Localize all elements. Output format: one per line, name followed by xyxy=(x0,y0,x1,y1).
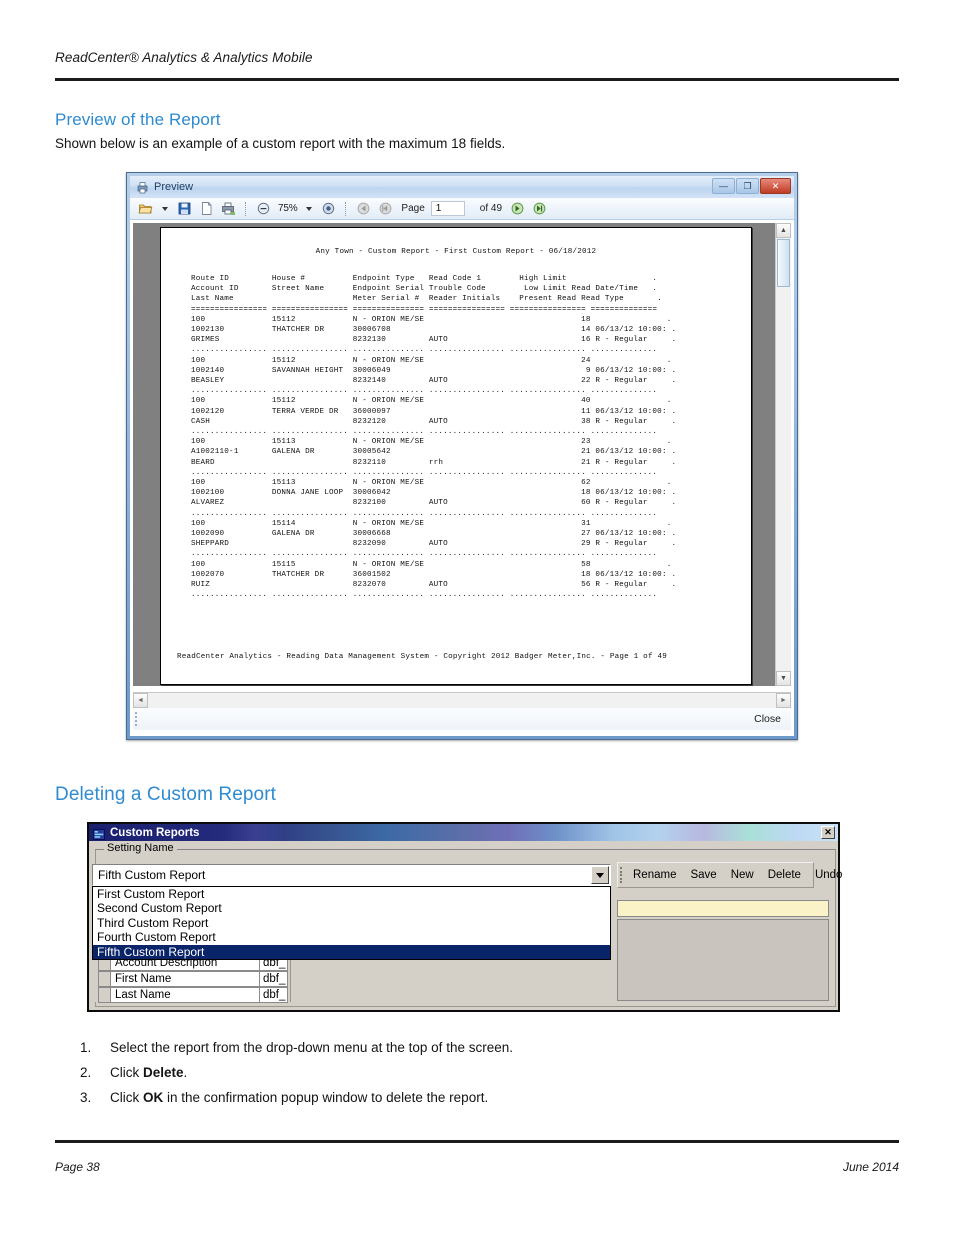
close-button[interactable]: Close xyxy=(754,713,781,725)
dropdown-option[interactable]: Second Custom Report xyxy=(93,901,610,915)
preview-titlebar[interactable]: Preview — ❐ ✕ xyxy=(130,176,794,198)
groupbox-legend: Setting Name xyxy=(104,842,177,854)
row-selector[interactable] xyxy=(98,987,110,1003)
page-word-label: Page xyxy=(401,203,425,214)
rename-button[interactable]: Rename xyxy=(626,866,683,884)
chevron-down-icon[interactable] xyxy=(591,866,609,884)
report-title: Any Town - Custom Report - First Custom … xyxy=(315,248,597,256)
page-title-preview: Preview of the Report xyxy=(55,110,221,129)
table-row[interactable]: First Name dbf_ xyxy=(98,971,288,987)
running-footer: Page 38 June 2014 xyxy=(55,1160,899,1174)
open-dropdown-caret-icon[interactable] xyxy=(162,206,168,211)
footer-date: June 2014 xyxy=(842,1160,899,1174)
table-row[interactable]: Last Name dbf_ xyxy=(98,987,288,1003)
step-number: 3. xyxy=(80,1090,92,1106)
right-panel xyxy=(617,919,829,1001)
combobox-value: Fifth Custom Report xyxy=(98,868,206,882)
highlighted-field[interactable] xyxy=(617,900,829,917)
running-header-title: ReadCenter® Analytics & Analytics Mobile xyxy=(55,50,313,65)
dialog-button-bar[interactable]: Rename Save New Delete Undo xyxy=(617,862,842,888)
app-window-icon xyxy=(93,827,105,840)
dropdown-option[interactable]: Third Custom Report xyxy=(93,916,610,930)
open-icon[interactable] xyxy=(136,200,155,218)
vertical-scroll-thumb[interactable] xyxy=(777,239,790,287)
delete-button[interactable]: Delete xyxy=(761,866,808,884)
minimize-button[interactable]: — xyxy=(712,178,735,194)
horizontal-scrollbar[interactable]: ◄ ► xyxy=(133,692,791,708)
document-page: ReadCenter® Analytics & Analytics Mobile… xyxy=(0,0,954,1235)
save-icon[interactable] xyxy=(175,200,194,218)
zoom-out-icon[interactable] xyxy=(254,200,273,218)
maximize-button[interactable]: ❐ xyxy=(736,178,759,194)
field-name-cell[interactable]: Last Name xyxy=(110,987,260,1003)
scroll-right-icon[interactable]: ► xyxy=(776,693,791,708)
zoom-in-icon[interactable] xyxy=(319,200,338,218)
prev-page-icon[interactable] xyxy=(376,200,395,218)
dropdown-option[interactable]: Fourth Custom Report xyxy=(93,930,610,944)
step-text: Click OK in the confirmation popup windo… xyxy=(110,1090,489,1106)
vertical-scrollbar[interactable]: ▲ ▼ xyxy=(775,223,791,686)
printer-preview-icon xyxy=(136,181,149,194)
preview-canvas[interactable]: Any Town - Custom Report - First Custom … xyxy=(133,223,791,686)
page-title-deleting: Deleting a Custom Report xyxy=(55,784,277,805)
row-selector[interactable] xyxy=(98,971,110,987)
next-page-icon[interactable] xyxy=(508,200,527,218)
header-rule xyxy=(55,78,899,81)
setting-name-dropdown-list[interactable]: First Custom Report Second Custom Report T… xyxy=(92,886,611,960)
print-icon[interactable] xyxy=(219,200,238,218)
field-name-cell[interactable]: First Name xyxy=(110,971,260,987)
dialog-close-icon[interactable]: ✕ xyxy=(821,826,835,839)
footer-page-number: Page 38 xyxy=(55,1160,100,1174)
scroll-left-icon[interactable]: ◄ xyxy=(133,693,148,708)
zoom-level-value[interactable]: 75% xyxy=(276,203,299,214)
step-text: Select the report from the drop-down men… xyxy=(110,1040,513,1055)
list-item: 2. Click Delete. xyxy=(80,1065,780,1081)
toolbar-grip-icon xyxy=(620,867,622,883)
undo-button[interactable]: Undo xyxy=(808,866,850,884)
instruction-steps: 1. Select the report from the drop-down m… xyxy=(80,1040,780,1116)
toolbar-separator-2 xyxy=(345,201,347,216)
new-button[interactable]: New xyxy=(724,866,761,884)
preview-title-text: Preview xyxy=(154,181,194,193)
page-number-input[interactable]: 1 xyxy=(430,201,465,216)
report-body: Route ID House # Endpoint Type Read Code… xyxy=(191,275,677,600)
window-controls[interactable]: — ❐ ✕ xyxy=(712,178,791,194)
last-page-icon[interactable] xyxy=(530,200,549,218)
list-item: 1. Select the report from the drop-down m… xyxy=(80,1040,780,1056)
preview-window-frame: Preview — ❐ ✕ 75% Page 1 of 49 Any Town … xyxy=(127,173,797,739)
field-type-cell[interactable]: dbf_ xyxy=(260,971,288,987)
field-type-cell[interactable]: dbf_ xyxy=(260,987,288,1003)
new-page-icon[interactable] xyxy=(197,200,216,218)
dialog-title: Custom Reports xyxy=(110,826,200,839)
dialog-titlebar[interactable]: Custom Reports ✕ xyxy=(89,824,838,841)
first-page-icon[interactable] xyxy=(354,200,373,218)
setting-name-combobox[interactable]: Fifth Custom Report xyxy=(92,864,611,886)
preview-statusbar: Close xyxy=(133,708,791,730)
preview-toolbar[interactable]: 75% Page 1 of 49 xyxy=(130,198,794,220)
save-button[interactable]: Save xyxy=(683,866,723,884)
scroll-up-icon[interactable]: ▲ xyxy=(776,223,791,238)
dropdown-option[interactable]: Fifth Custom Report xyxy=(93,944,610,959)
page-count-label: of 49 xyxy=(479,203,503,214)
statusbar-grip xyxy=(135,712,139,728)
step-number: 2. xyxy=(80,1065,92,1081)
report-page: Any Town - Custom Report - First Custom … xyxy=(160,227,752,685)
intro-paragraph: Shown below is an example of a custom re… xyxy=(55,136,506,151)
report-footer: ReadCenter Analytics - Reading Data Mana… xyxy=(177,653,667,661)
running-header: ReadCenter® Analytics & Analytics Mobile xyxy=(55,50,899,65)
list-item: 3. Click OK in the confirmation popup win… xyxy=(80,1090,780,1106)
close-icon[interactable]: ✕ xyxy=(760,178,791,194)
zoom-dropdown-caret-icon[interactable] xyxy=(306,206,313,211)
step-number: 1. xyxy=(80,1040,92,1055)
preview-window[interactable]: Preview — ❐ ✕ 75% Page 1 of 49 Any Town … xyxy=(126,172,798,740)
footer-rule xyxy=(55,1140,899,1143)
toolbar-separator xyxy=(245,201,247,216)
dropdown-option[interactable]: First Custom Report xyxy=(93,887,610,901)
step-text: Click Delete. xyxy=(110,1065,188,1081)
scroll-down-icon[interactable]: ▼ xyxy=(776,671,791,686)
